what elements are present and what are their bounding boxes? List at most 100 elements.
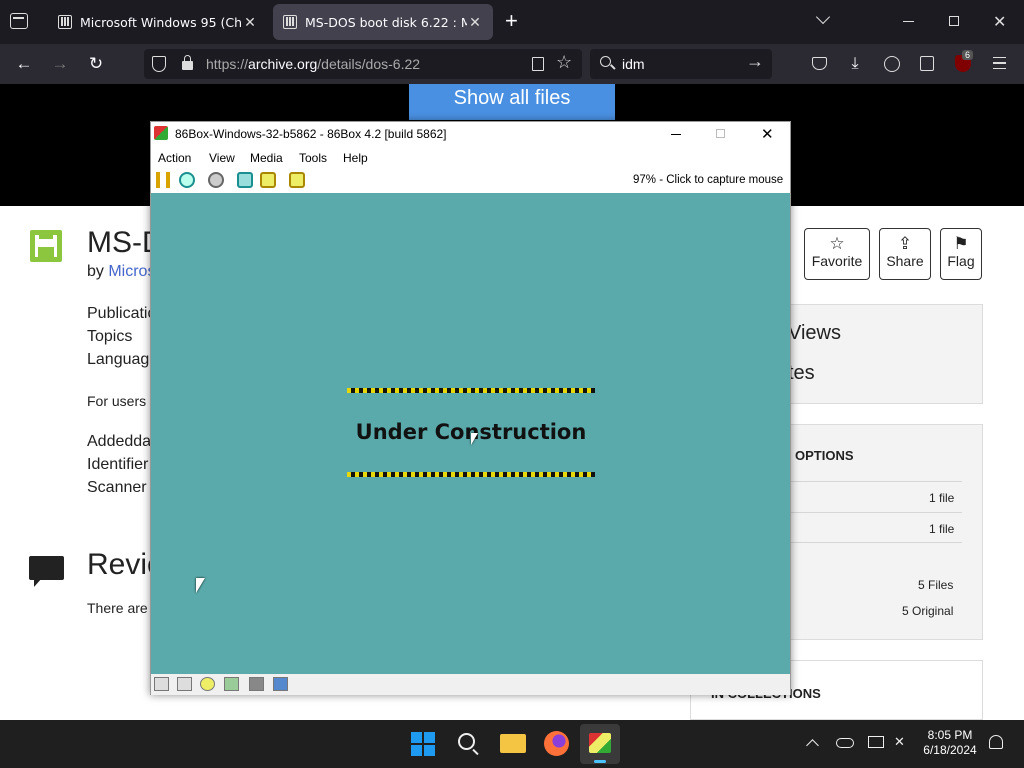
hazard-stripe-bottom xyxy=(347,472,595,477)
download-row-count[interactable]: 1 file xyxy=(929,522,954,536)
go-arrow-icon[interactable]: → xyxy=(746,51,764,72)
hard-disk-icon[interactable] xyxy=(224,677,239,691)
navigation-bar: ← → ↻ https://archive.org/details/dos-6.… xyxy=(0,44,1024,84)
menu-tools[interactable]: Tools xyxy=(299,151,327,165)
pause-icon[interactable] xyxy=(156,172,170,188)
emulated-screen[interactable]: Under Construction xyxy=(151,193,790,674)
hard-reset-icon[interactable] xyxy=(260,172,276,188)
menu-icon[interactable] xyxy=(993,57,1006,69)
firefox-icon[interactable] xyxy=(544,731,569,756)
reader-view-icon[interactable] xyxy=(532,57,544,71)
new-tab-button[interactable]: + xyxy=(505,10,518,32)
minimize-button[interactable] xyxy=(903,21,914,22)
menu-action[interactable]: Action xyxy=(158,151,191,165)
emulator-toolbar: 97% - Click to capture mouse xyxy=(151,168,790,192)
volume-muted-icon[interactable]: ✕ xyxy=(894,734,905,750)
86box-app-icon xyxy=(154,126,168,140)
capture-status[interactable]: 97% - Click to capture mouse xyxy=(633,174,783,186)
floppy-drive-b-icon[interactable] xyxy=(177,677,192,691)
emulator-title: 86Box-Windows-32-b5862 - 86Box 4.2 [buil… xyxy=(175,127,447,141)
reload-button[interactable]: ↻ xyxy=(84,52,108,76)
settings-icon[interactable] xyxy=(237,172,253,188)
divider xyxy=(790,481,962,482)
download-files-link[interactable]: 5 Files xyxy=(918,578,953,592)
favorite-label: Favorite xyxy=(811,253,863,269)
floppy-drive-a-icon[interactable] xyxy=(154,677,169,691)
flag-label: Flag xyxy=(947,253,975,269)
share-icon: ⇪ xyxy=(897,234,913,253)
field-publication: Publicatio xyxy=(87,305,157,322)
search-input[interactable]: idm xyxy=(622,56,645,72)
url-bar[interactable]: https://archive.org/details/dos-6.22 ☆ xyxy=(144,49,582,79)
clock[interactable]: 8:05 PM 6/18/2024 xyxy=(918,728,982,758)
mouse-pointer-icon xyxy=(196,578,205,593)
back-button[interactable]: ← xyxy=(12,52,36,76)
shield-icon[interactable] xyxy=(152,56,166,72)
emulator-window: 86Box-Windows-32-b5862 - 86Box 4.2 [buil… xyxy=(150,121,791,695)
menu-view[interactable]: View xyxy=(209,151,235,165)
archive-icon xyxy=(283,15,297,29)
download-options-heading: OPTIONS xyxy=(795,448,854,463)
display-icon[interactable] xyxy=(868,736,884,748)
tab-msdos[interactable]: MS-DOS boot disk 6.22 : Micro ✕ xyxy=(273,4,493,40)
chevron-down-icon[interactable] xyxy=(815,9,831,25)
divider xyxy=(790,512,962,513)
windows-taskbar: ✕ 8:05 PM 6/18/2024 xyxy=(0,720,1024,768)
share-label: Share xyxy=(886,253,924,269)
reviews-text: There are xyxy=(87,600,148,616)
screenshot-icon[interactable] xyxy=(289,172,305,188)
minimize-button[interactable] xyxy=(671,134,681,135)
network-icon[interactable] xyxy=(249,677,264,691)
flag-button[interactable]: ⚑ Flag xyxy=(940,228,982,280)
cdrom-icon[interactable] xyxy=(200,677,215,691)
sound-icon[interactable] xyxy=(273,677,288,691)
meta-scanner: Scanner xyxy=(87,479,147,496)
url-text: https://archive.org/details/dos-6.22 xyxy=(206,56,420,72)
tab-windows95[interactable]: Microsoft Windows 95 (Chicago ✕ xyxy=(48,4,268,40)
share-button[interactable]: ⇪ Share xyxy=(879,228,931,280)
account-icon[interactable] xyxy=(884,56,900,72)
start-windows-icon[interactable] xyxy=(411,732,435,756)
emulator-title-bar[interactable]: 86Box-Windows-32-b5862 - 86Box 4.2 [buil… xyxy=(151,122,790,146)
show-all-files-button[interactable]: Show all files xyxy=(409,84,615,120)
power-icon[interactable] xyxy=(208,172,224,188)
close-icon[interactable]: ✕ xyxy=(467,14,483,31)
favorite-button[interactable]: ☆ Favorite xyxy=(804,228,870,280)
url-path: /details/dos-6.22 xyxy=(317,56,421,72)
search-icon-handle xyxy=(610,64,616,70)
notification-bell-icon[interactable] xyxy=(989,735,1003,749)
pocket-icon[interactable] xyxy=(812,57,827,70)
creator-line: by Micros xyxy=(87,263,155,281)
menu-media[interactable]: Media xyxy=(250,151,283,165)
close-button[interactable]: ✕ xyxy=(761,125,774,143)
creator-link[interactable]: Micros xyxy=(108,263,155,280)
meta-identifier: Identifier xyxy=(87,456,149,473)
menu-help[interactable]: Help xyxy=(343,151,368,165)
file-explorer-icon[interactable] xyxy=(500,734,526,753)
description-text: For users xyxy=(87,393,147,409)
field-language: Languag xyxy=(87,351,150,368)
browser-tab-bar: Microsoft Windows 95 (Chicago ✕ MS-DOS b… xyxy=(0,0,1024,44)
onedrive-offline-icon[interactable] xyxy=(836,738,854,748)
field-topics: Topics xyxy=(87,328,133,345)
bookmark-star-icon[interactable]: ☆ xyxy=(556,52,572,73)
forward-button[interactable]: → xyxy=(48,52,72,76)
ctrl-alt-del-icon[interactable] xyxy=(179,172,195,188)
86box-taskbar-icon[interactable] xyxy=(580,724,620,764)
close-icon[interactable]: ✕ xyxy=(242,14,258,31)
search-icon[interactable] xyxy=(458,733,475,750)
restore-button[interactable] xyxy=(949,16,959,26)
chevron-up-icon[interactable] xyxy=(806,739,819,752)
emulator-menu-bar: Action View Media Tools Help xyxy=(151,146,790,168)
floppy-disk-icon xyxy=(30,230,62,262)
extensions-icon[interactable] xyxy=(920,56,934,71)
search-bar[interactable]: idm → xyxy=(590,49,772,79)
downloads-icon[interactable]: ⤓ xyxy=(843,52,867,76)
download-original-link[interactable]: 5 Original xyxy=(902,604,953,618)
tab-list-icon[interactable] xyxy=(10,13,28,29)
by-label: by xyxy=(87,263,109,280)
maximize-button xyxy=(716,129,725,138)
views-count: Views xyxy=(788,322,841,344)
download-row-count[interactable]: 1 file xyxy=(929,491,954,505)
close-window-button[interactable]: ✕ xyxy=(993,12,1006,32)
